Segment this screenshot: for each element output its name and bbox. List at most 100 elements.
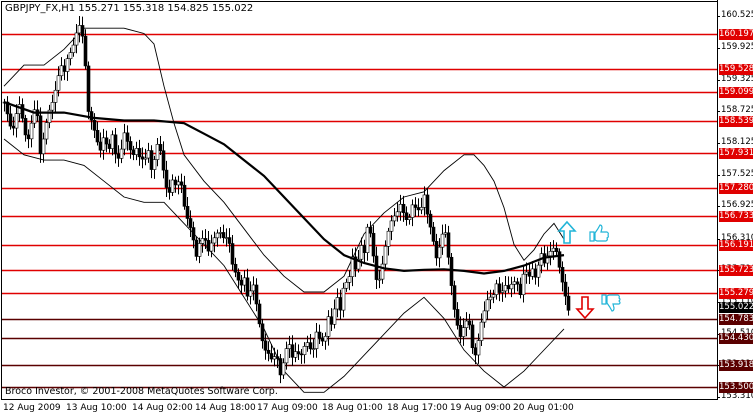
candle[interactable]: [380, 255, 385, 284]
candle[interactable]: [503, 275, 508, 298]
candle[interactable]: [353, 247, 358, 277]
candle[interactable]: [350, 248, 355, 287]
candle[interactable]: [104, 130, 109, 153]
candle[interactable]: [308, 333, 313, 355]
candle[interactable]: [440, 224, 445, 255]
chart-window[interactable]: GBPJPY_FX,H1 155.271 155.318 154.825 155…: [0, 0, 753, 417]
candle[interactable]: [539, 247, 544, 274]
candle[interactable]: [185, 197, 190, 226]
candle[interactable]: [62, 59, 67, 81]
candle[interactable]: [563, 274, 568, 305]
candle[interactable]: [566, 286, 571, 316]
candle[interactable]: [377, 269, 382, 289]
candle[interactable]: [206, 230, 211, 256]
candle[interactable]: [227, 228, 232, 253]
candle[interactable]: [47, 104, 52, 129]
candle[interactable]: [164, 160, 169, 197]
candle[interactable]: [302, 342, 307, 364]
candle[interactable]: [401, 195, 406, 222]
candle[interactable]: [464, 312, 469, 337]
candle[interactable]: [428, 210, 433, 235]
candle[interactable]: [296, 344, 301, 361]
candle[interactable]: [14, 104, 19, 138]
candle[interactable]: [137, 139, 142, 166]
candle[interactable]: [560, 261, 565, 292]
candle[interactable]: [413, 197, 418, 217]
candle[interactable]: [233, 257, 238, 278]
candle[interactable]: [122, 123, 127, 156]
candle[interactable]: [155, 137, 160, 167]
candle[interactable]: [221, 224, 226, 244]
candle[interactable]: [320, 332, 325, 347]
candle[interactable]: [251, 276, 256, 301]
candle[interactable]: [482, 301, 487, 328]
candle[interactable]: [479, 313, 484, 346]
candle[interactable]: [101, 128, 106, 160]
candle[interactable]: [200, 230, 205, 253]
candle[interactable]: [395, 202, 400, 222]
candle[interactable]: [431, 221, 436, 245]
candle[interactable]: [107, 139, 112, 153]
candle[interactable]: [23, 114, 28, 142]
candle[interactable]: [149, 145, 154, 179]
candle[interactable]: [404, 206, 409, 226]
candle[interactable]: [131, 145, 136, 161]
candle[interactable]: [362, 239, 367, 263]
candle[interactable]: [554, 242, 559, 257]
candle[interactable]: [125, 125, 130, 151]
candle[interactable]: [527, 262, 532, 284]
candle[interactable]: [443, 224, 448, 238]
candle[interactable]: [347, 270, 352, 291]
candle[interactable]: [95, 121, 100, 146]
candle[interactable]: [533, 263, 538, 285]
candle[interactable]: [491, 289, 496, 304]
candle[interactable]: [521, 265, 526, 303]
candle[interactable]: [248, 281, 253, 305]
candle[interactable]: [278, 353, 283, 384]
candle[interactable]: [176, 175, 181, 195]
candle[interactable]: [290, 335, 295, 366]
candle[interactable]: [8, 105, 13, 130]
chart-plot[interactable]: [0, 0, 753, 417]
candle[interactable]: [458, 316, 463, 344]
candle[interactable]: [260, 318, 265, 349]
candle[interactable]: [299, 349, 304, 364]
candle[interactable]: [374, 246, 379, 289]
candle[interactable]: [500, 282, 505, 302]
candle[interactable]: [83, 29, 88, 70]
candle[interactable]: [146, 142, 151, 163]
candle[interactable]: [272, 347, 277, 367]
candle[interactable]: [293, 342, 298, 363]
candle[interactable]: [50, 94, 55, 120]
candle[interactable]: [371, 225, 376, 263]
candle[interactable]: [158, 135, 163, 155]
candle[interactable]: [245, 268, 250, 301]
candle[interactable]: [140, 147, 145, 169]
candle[interactable]: [74, 23, 79, 54]
candle[interactable]: [119, 139, 124, 164]
candle[interactable]: [41, 132, 46, 163]
candle[interactable]: [128, 136, 133, 159]
candle[interactable]: [11, 116, 16, 136]
candle[interactable]: [179, 173, 184, 193]
candle[interactable]: [311, 339, 316, 358]
candle[interactable]: [191, 221, 196, 249]
candle[interactable]: [32, 100, 37, 129]
candle[interactable]: [2, 98, 7, 112]
candle[interactable]: [35, 100, 40, 122]
candle[interactable]: [80, 16, 85, 44]
candle[interactable]: [338, 289, 343, 320]
candle[interactable]: [332, 299, 337, 329]
candle[interactable]: [116, 145, 121, 167]
candle[interactable]: [335, 288, 340, 318]
candle[interactable]: [389, 215, 394, 241]
candle[interactable]: [392, 208, 397, 227]
candle[interactable]: [20, 98, 25, 123]
candle[interactable]: [254, 278, 259, 312]
candle[interactable]: [263, 333, 268, 360]
candle[interactable]: [134, 141, 139, 161]
candle[interactable]: [59, 57, 64, 81]
candle[interactable]: [341, 282, 346, 318]
candle[interactable]: [266, 341, 271, 362]
candle[interactable]: [29, 115, 34, 148]
